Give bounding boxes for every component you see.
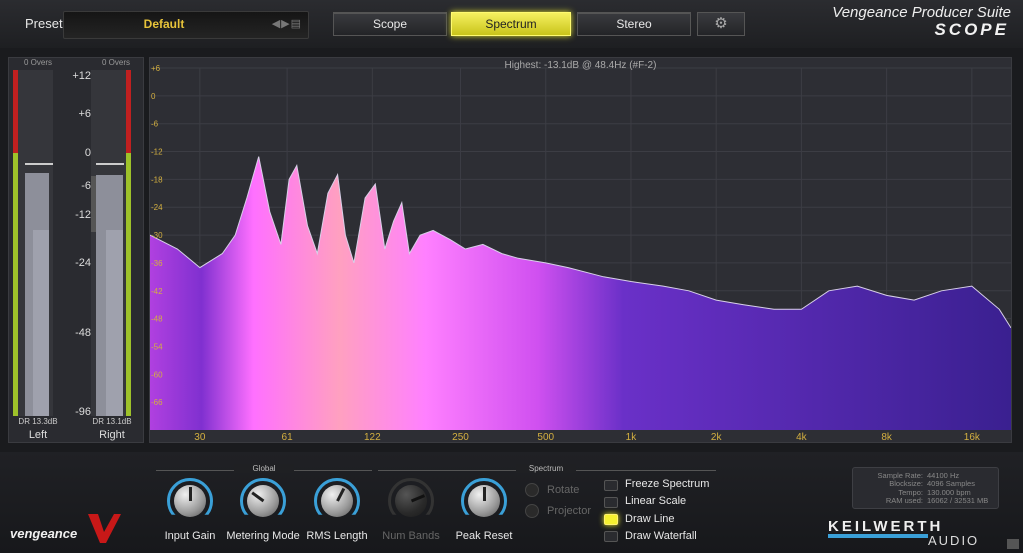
y-tick-label: -30 [151, 231, 163, 240]
left-meter [13, 70, 53, 416]
peak-reset-knob[interactable] [461, 478, 507, 524]
spectrum-fill [150, 156, 1011, 430]
x-tick-label: 30 [194, 432, 206, 442]
metering-mode-knob[interactable] [240, 478, 286, 524]
y-tick-label: -6 [151, 120, 159, 129]
x-tick-label: 250 [452, 432, 469, 442]
highest-readout: Highest: -13.1dB @ 48.4Hz (#F-2) [504, 60, 657, 71]
top-bar: Preset Default ◀▶▤ Scope Spectrum Stereo… [0, 0, 1023, 48]
y-tick-label: -66 [151, 398, 163, 407]
num-bands-knob[interactable] [388, 478, 434, 524]
x-tick-label: 16k [964, 432, 981, 442]
info-panel: Sample Rate: 44100 Hz Blocksize: 4096 Samp… [852, 467, 999, 509]
x-tick-label: 61 [282, 432, 294, 442]
meter-scale: +12 +6 0 -6 -12 -24 -48 -96 [72, 70, 91, 418]
projector-label: Projector [547, 505, 592, 517]
tab-scope[interactable]: Scope [333, 12, 447, 36]
level-meter-panel: 0 Overs 0 Overs +12 +6 0 -6 -12 -24 -48 … [8, 57, 144, 443]
right-meter [91, 70, 131, 416]
left-dr: DR 13.3dB [18, 417, 58, 426]
right-overs: 0 Overs [101, 58, 130, 67]
y-tick-label: 0 [151, 92, 156, 101]
peak-reset-label: Peak Reset [455, 530, 513, 542]
rotate-label: Rotate [547, 484, 580, 496]
y-tick-label: -60 [151, 370, 163, 379]
freeze-spectrum-checkbox[interactable] [604, 480, 618, 491]
draw-waterfall-checkbox[interactable] [604, 531, 618, 542]
x-tick-label: 500 [537, 432, 554, 442]
rotate-radio[interactable] [525, 483, 539, 497]
preset-selector[interactable]: Default ◀▶▤ [63, 11, 309, 39]
draw-line-label: Draw Line [625, 513, 675, 525]
brand-logo: SCOPE [934, 20, 1009, 39]
y-tick-label: -12 [151, 148, 163, 157]
rms-length-knob[interactable] [314, 478, 360, 524]
preset-label: Preset [25, 16, 63, 31]
y-tick-label: -48 [151, 315, 163, 324]
draw-waterfall-label: Draw Waterfall [625, 530, 697, 542]
y-tick-label: -54 [151, 342, 163, 351]
spectrum-display: +6 0 -6 -12 -18 -24 -30 -36 -42 -48 -54 -60 -66 30 61… [149, 57, 1012, 443]
left-overs: 0 Overs [23, 58, 52, 67]
y-tick-label: -18 [151, 175, 163, 184]
right-channel-label: Right [99, 429, 125, 441]
brand-title: Vengeance Producer Suite [832, 4, 1011, 21]
x-tick-label: 8k [881, 432, 893, 442]
keilwerth-logo: KEILWERTH [828, 518, 944, 535]
y-tick-label: -24 [151, 203, 163, 212]
tab-spectrum[interactable]: Spectrum [451, 12, 571, 36]
linear-scale-checkbox[interactable] [604, 497, 618, 508]
freeze-spectrum-label: Freeze Spectrum [625, 478, 710, 490]
resize-grip-icon[interactable] [1007, 539, 1019, 549]
spectrum-chart: +60-6-12-18-24-30-36-42-48-54-60-66 30 61… [150, 64, 1011, 442]
tab-stereo[interactable]: Stereo [577, 12, 691, 36]
linear-scale-label: Linear Scale [625, 495, 687, 507]
gear-icon[interactable]: ⚙ [697, 12, 745, 36]
input-gain-knob[interactable] [167, 478, 213, 524]
keilwerth-audio-text: AUDIO [928, 533, 980, 548]
projector-radio[interactable] [525, 504, 539, 518]
x-tick-label: 2k [711, 432, 723, 442]
right-dr: DR 13.1dB [92, 417, 132, 426]
preset-nav-icons[interactable]: ◀▶▤ [272, 17, 302, 30]
global-group-label: Global [234, 464, 294, 473]
vengeance-logo: vengeance [10, 526, 78, 541]
x-tick-label: 4k [796, 432, 808, 442]
left-channel-label: Left [28, 429, 48, 441]
spectrum-group-label: Spectrum [516, 464, 576, 473]
vengeance-v-icon [88, 514, 121, 543]
x-tick-label: 122 [364, 432, 381, 442]
y-tick-label: -42 [151, 287, 163, 296]
x-tick-label: 1k [626, 432, 638, 442]
preset-name[interactable]: Default [64, 17, 264, 31]
draw-line-checkbox[interactable] [604, 514, 618, 525]
y-tick-label: -36 [151, 259, 163, 268]
